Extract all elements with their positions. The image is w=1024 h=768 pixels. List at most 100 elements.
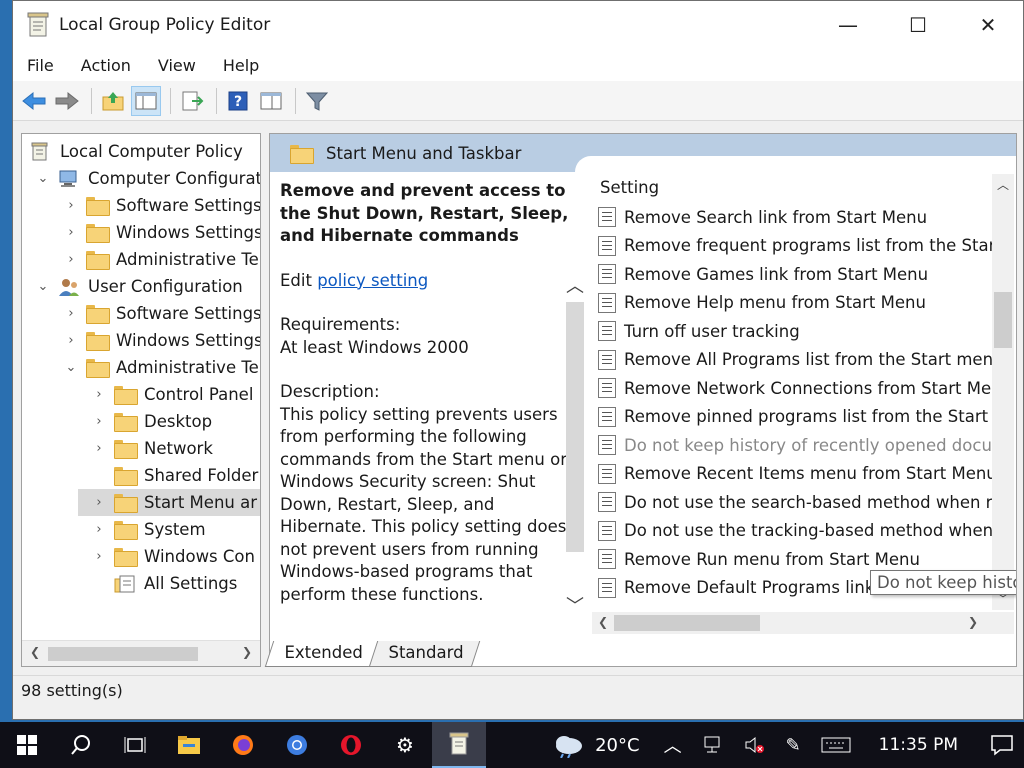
settings-horizontal-scrollbar[interactable]: ❮ ❯ <box>592 612 1014 634</box>
tree-item[interactable]: All Settings <box>92 570 237 597</box>
chevron-down-icon[interactable]: ⌄ <box>64 360 78 375</box>
setting-row[interactable]: Do not keep history of recently opened d… <box>592 431 992 460</box>
chevron-right-icon[interactable]: › <box>92 522 106 537</box>
opera-button[interactable] <box>324 722 378 768</box>
chevron-right-icon[interactable]: › <box>64 225 78 240</box>
notification-icon[interactable] <box>990 734 1014 756</box>
chevron-right-icon[interactable]: › <box>64 306 78 321</box>
toolbar-separator <box>170 87 171 114</box>
tree-item[interactable]: › Software Settings <box>64 192 260 219</box>
scroll-up-icon[interactable]: ︿ <box>566 272 584 298</box>
user-icon <box>58 277 80 297</box>
network-icon[interactable] <box>702 735 724 755</box>
volume-muted-icon[interactable] <box>744 735 766 755</box>
up-folder-button[interactable] <box>98 86 128 116</box>
setting-row[interactable]: Remove All Programs list from the Start … <box>592 346 992 375</box>
tree-item[interactable]: › Network <box>92 435 213 462</box>
weather-cloud-icon[interactable] <box>551 732 585 758</box>
file-explorer-button[interactable] <box>162 722 216 768</box>
weather-temperature[interactable]: 20°C <box>595 735 639 756</box>
minimize-button[interactable]: — <box>813 1 883 49</box>
chevron-right-icon[interactable]: › <box>92 549 106 564</box>
show-hide-tree-button[interactable] <box>131 85 161 116</box>
scroll-thumb[interactable] <box>994 292 1012 348</box>
firefox-button[interactable] <box>216 722 270 768</box>
scroll-thumb[interactable] <box>48 647 198 661</box>
scroll-right-icon[interactable]: ❯ <box>968 615 978 629</box>
setting-row[interactable]: Do not use the search-based method when … <box>592 488 992 517</box>
chevron-right-icon[interactable]: › <box>92 441 106 456</box>
title-bar[interactable]: Local Group Policy Editor — ☐ ✕ <box>13 1 1023 49</box>
menu-action[interactable]: Action <box>81 56 131 75</box>
scroll-thumb[interactable] <box>566 302 584 552</box>
setting-row[interactable]: Remove frequent programs list from the S… <box>592 232 992 261</box>
settings-button[interactable]: ⚙ <box>378 722 432 768</box>
start-button[interactable] <box>0 722 54 768</box>
help-button[interactable]: ? <box>223 86 253 116</box>
policy-setting-link[interactable]: policy setting <box>317 271 428 290</box>
setting-row[interactable]: Remove pinned programs list from the Sta… <box>592 403 992 432</box>
tree-item[interactable]: › Windows Settings <box>64 219 260 246</box>
setting-row[interactable]: Remove Recent Items menu from Start Menu <box>592 460 992 489</box>
chevron-up-icon[interactable]: ︿ <box>664 732 682 758</box>
scroll-left-icon[interactable]: ❮ <box>598 615 608 629</box>
chevron-right-icon[interactable]: › <box>64 252 78 267</box>
scroll-left-icon[interactable]: ❮ <box>30 645 40 659</box>
chrome-button[interactable] <box>270 722 324 768</box>
chevron-right-icon[interactable]: › <box>92 495 106 510</box>
clock[interactable]: 11:35 PM <box>879 735 958 755</box>
search-button[interactable] <box>54 722 108 768</box>
pen-icon[interactable]: ✎ <box>786 735 801 756</box>
chevron-right-icon[interactable]: › <box>92 387 106 402</box>
tree-item[interactable]: › Software Settings <box>64 300 260 327</box>
scroll-up-icon[interactable]: ︿ <box>997 176 1009 193</box>
maximize-button[interactable]: ☐ <box>883 1 953 49</box>
tree-item[interactable]: › Control Panel <box>92 381 253 408</box>
chevron-right-icon[interactable]: › <box>64 198 78 213</box>
setting-row[interactable]: Remove Search link from Start Menu <box>592 203 992 232</box>
setting-row[interactable]: Remove Help menu from Start Menu <box>592 289 992 318</box>
tree-item[interactable]: › System <box>92 516 206 543</box>
tab-extended[interactable]: Extended <box>264 641 380 667</box>
scroll-right-icon[interactable]: ❯ <box>242 645 252 659</box>
tree-item[interactable]: › Windows Settings <box>64 327 260 354</box>
tree-item[interactable]: Shared Folder <box>92 462 258 489</box>
chevron-right-icon[interactable]: › <box>92 414 106 429</box>
setting-row[interactable]: Do not use the tracking-based method whe… <box>592 517 992 546</box>
scroll-thumb[interactable] <box>614 615 760 631</box>
setting-row[interactable]: Turn off user tracking <box>592 317 992 346</box>
chevron-down-icon[interactable]: ⌄ <box>36 279 50 294</box>
forward-button[interactable] <box>52 86 82 116</box>
task-view-button[interactable] <box>108 722 162 768</box>
tree-item[interactable]: ⌄ Computer Configurat <box>36 165 260 192</box>
setting-row[interactable]: Remove Games link from Start Menu <box>592 260 992 289</box>
console-tree[interactable]: Local Computer Policy ⌄ Computer Configur… <box>21 133 261 667</box>
chevron-right-icon[interactable]: › <box>64 333 78 348</box>
tab-standard[interactable]: Standard <box>369 641 481 667</box>
menu-view[interactable]: View <box>158 56 196 75</box>
back-button[interactable] <box>19 86 49 116</box>
setting-row[interactable]: Remove Network Connections from Start Me… <box>592 374 992 403</box>
tree-item[interactable]: ⌄ User Configuration <box>36 273 243 300</box>
extended-view-button[interactable] <box>256 86 286 116</box>
policy-editor-taskbar-button[interactable] <box>432 722 486 768</box>
setting-column-header[interactable]: Setting <box>592 178 992 197</box>
tree-horizontal-scrollbar[interactable]: ❮ ❯ <box>22 640 260 666</box>
close-button[interactable]: ✕ <box>953 1 1023 49</box>
keyboard-icon[interactable] <box>821 736 851 754</box>
settings-vertical-scrollbar[interactable]: ︿ ﹀ <box>992 174 1014 610</box>
tree-item[interactable]: › Administrative Te <box>64 246 259 273</box>
export-list-button[interactable] <box>177 86 207 116</box>
tree-item[interactable]: › Start Menu ar <box>78 489 260 516</box>
tree-item[interactable]: ⌄ Administrative Te <box>64 354 259 381</box>
tree-item[interactable]: › Desktop <box>92 408 212 435</box>
menu-help[interactable]: Help <box>223 56 259 75</box>
menu-file[interactable]: File <box>27 56 54 75</box>
scroll-down-icon[interactable]: ﹀ <box>566 592 584 618</box>
description-scrollbar[interactable]: ︿ ﹀ <box>566 272 584 618</box>
chevron-down-icon[interactable]: ⌄ <box>36 171 50 186</box>
tab-label: Standard <box>388 643 464 662</box>
tree-item[interactable]: › Windows Con <box>92 543 255 570</box>
tree-root[interactable]: Local Computer Policy <box>30 138 243 165</box>
filter-button[interactable] <box>302 86 332 116</box>
